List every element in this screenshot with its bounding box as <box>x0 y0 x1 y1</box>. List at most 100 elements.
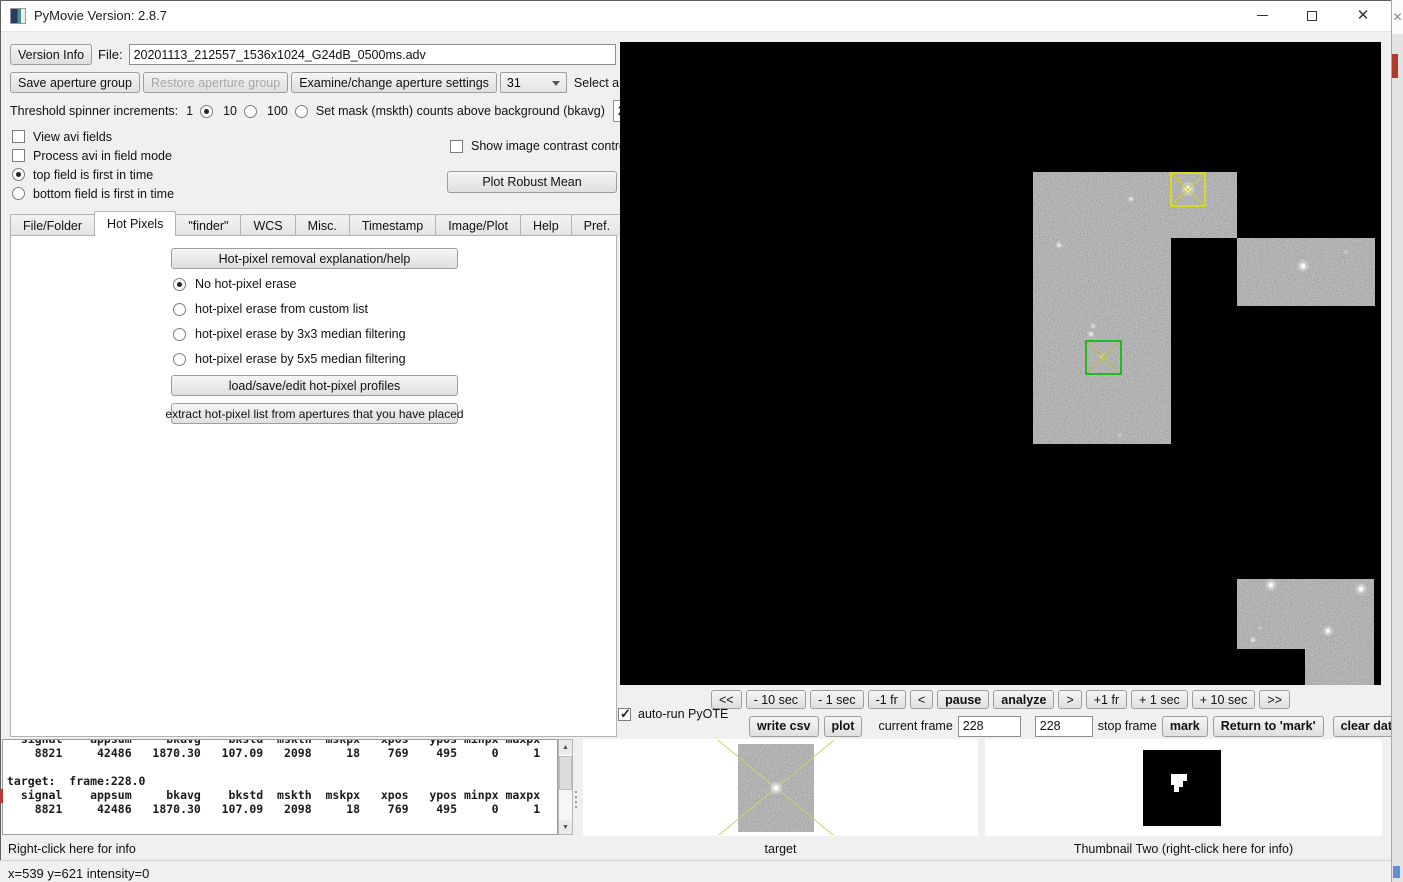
analyze-button[interactable]: analyze <box>993 690 1054 709</box>
field-option-bottom-field-is-first-in-time: bottom field is first in time <box>12 187 174 200</box>
increment-radio-1[interactable] <box>200 105 213 118</box>
mark-button[interactable]: mark <box>1162 716 1208 737</box>
1-sec-button[interactable]: - 1 sec <box>810 690 864 709</box>
tab-help[interactable]: Help <box>520 214 572 236</box>
increment-radio-10[interactable] <box>244 105 257 118</box>
noise-patch-2 <box>1237 238 1375 306</box>
tab-image-plot[interactable]: Image/Plot <box>435 214 521 236</box>
bottom-field-is-first-in-time-radio[interactable] <box>12 187 25 200</box>
star-3 <box>1092 325 1094 327</box>
readout-scrollbar[interactable]: ▲ ▼ <box>558 739 573 835</box>
info-caption[interactable]: Right-click here for info <box>8 842 136 856</box>
background-close-icon: ✕ <box>1391 0 1403 34</box>
-button[interactable]: < <box>910 690 933 709</box>
stop-frame-input[interactable] <box>1035 716 1093 737</box>
file-label: File: <box>98 47 123 62</box>
star-2 <box>1057 243 1060 246</box>
1-fr-button[interactable]: +1 fr <box>1086 690 1127 709</box>
star-13 <box>1259 627 1261 629</box>
maximize-button[interactable] <box>1289 0 1335 31</box>
hot-pixel-erase-from-custom-list-radio[interactable] <box>173 303 186 316</box>
window-title: PyMovie Version: 2.8.7 <box>34 8 167 23</box>
tab-wcs[interactable]: WCS <box>240 214 295 236</box>
scroll-thumb[interactable] <box>559 756 572 790</box>
frame-controls: write csv plot current frame stop frame … <box>749 715 1403 737</box>
contrast-control-row: Show image contrast control <box>450 139 629 153</box>
hot-pixels-panel: Hot-pixel removal explanation/help No ho… <box>10 235 617 737</box>
hot-pixel-extract-button[interactable]: extract hot-pixel list from apertures th… <box>171 403 458 424</box>
increment-label-100: 100 <box>267 104 288 118</box>
scroll-up-icon[interactable]: ▲ <box>559 740 572 754</box>
write-csv-button[interactable]: write csv <box>749 716 819 737</box>
version-info-button[interactable]: Version Info <box>10 44 92 65</box>
tab-file-folder[interactable]: File/Folder <box>10 214 95 236</box>
tab-timestamp[interactable]: Timestamp <box>349 214 436 236</box>
file-input[interactable] <box>129 44 616 65</box>
app-icon <box>10 8 26 24</box>
background-red-bar <box>1392 54 1398 78</box>
thumbnail-two-caption: Thumbnail Two (right-click here for info… <box>985 842 1382 856</box>
hot-pixel-help-button[interactable]: Hot-pixel removal explanation/help <box>171 248 458 269</box>
hot-pixel-erase-by-3x3-median-filtering-label: hot-pixel erase by 3x3 median filtering <box>195 327 406 341</box>
window-left-border <box>0 0 1 861</box>
statusbar-divider <box>0 860 1391 861</box>
increment-radio-100[interactable] <box>295 105 308 118</box>
view-avi-fields-checkbox[interactable] <box>12 130 25 143</box>
star-1 <box>1130 198 1133 201</box>
scroll-down-icon[interactable]: ▼ <box>559 820 572 834</box>
hot-pixel-profiles-button[interactable]: load/save/edit hot-pixel profiles <box>171 375 458 396</box>
measurement-readout-text: signal appsum bkavg bkstd mskth mskpx xp… <box>7 739 557 816</box>
plot-robust-mean-button[interactable]: Plot Robust Mean <box>447 171 617 193</box>
field-option-process-avi-in-field-mode: Process avi in field mode <box>12 149 174 162</box>
save-aperture-group-button[interactable]: Save aperture group <box>10 72 140 93</box>
thumbnail-two-panel[interactable] <box>985 739 1382 836</box>
hp-option-hot-pixel-erase-from-custom-list: hot-pixel erase from custom list <box>173 302 406 316</box>
field-option-top-field-is-first-in-time: top field is first in time <box>12 168 174 181</box>
current-frame-input[interactable] <box>958 716 1021 737</box>
aperture-size-select[interactable]: 31 <box>500 72 567 93</box>
no-hot-pixel-erase-radio[interactable] <box>173 278 186 291</box>
process-avi-in-field-mode-checkbox[interactable] <box>12 149 25 162</box>
hot-pixel-erase-by-5x5-median-filtering-radio[interactable] <box>173 353 186 366</box>
target-star <box>773 785 779 791</box>
view-avi-fields-label: View avi fields <box>33 130 112 144</box>
top-field-is-first-in-time-radio[interactable] <box>12 168 25 181</box>
noise-patch-3 <box>1237 579 1374 649</box>
-button[interactable]: > <box>1058 690 1081 709</box>
tab-hot-pixels[interactable]: Hot Pixels <box>94 211 176 236</box>
star-10 <box>1358 586 1363 591</box>
examine-aperture-settings-button[interactable]: Examine/change aperture settings <box>291 72 497 93</box>
aperture-size-value: 31 <box>507 76 521 90</box>
noise-patch-0 <box>1033 172 1171 444</box>
return-to-mark-button[interactable]: Return to 'mark' <box>1213 716 1324 737</box>
tab-pref[interactable]: Pref. <box>571 214 623 236</box>
10-sec-button[interactable]: - 10 sec <box>746 690 806 709</box>
tab-misc[interactable]: Misc. <box>295 214 350 236</box>
scroll-track[interactable] <box>559 754 572 820</box>
close-button[interactable]: ✕ <box>1340 0 1386 31</box>
plot-button[interactable]: plot <box>824 716 863 737</box>
minimize-button[interactable] <box>1239 0 1285 31</box>
1-fr-button[interactable]: -1 fr <box>868 690 906 709</box>
measurement-readout[interactable]: signal appsum bkavg bkstd mskth mskpx xp… <box>2 739 558 835</box>
star-7 <box>1300 263 1305 268</box>
image-canvas[interactable] <box>620 42 1381 685</box>
autorun-pyote-checkbox[interactable] <box>618 708 631 721</box>
1-sec-button[interactable]: + 1 sec <box>1131 690 1188 709</box>
10-sec-button[interactable]: + 10 sec <box>1192 690 1256 709</box>
restore-aperture-group-button: Restore aperture group <box>143 72 288 93</box>
show-contrast-checkbox[interactable] <box>450 140 463 153</box>
star-11 <box>1326 629 1331 634</box>
maximize-icon <box>1307 11 1317 21</box>
pause-button[interactable]: pause <box>937 690 989 709</box>
-button[interactable]: >> <box>1259 690 1290 709</box>
hp-option-hot-pixel-erase-by-3x3-median-filtering: hot-pixel erase by 3x3 median filtering <box>173 327 406 341</box>
image-display[interactable] <box>620 42 1381 685</box>
top-field-is-first-in-time-label: top field is first in time <box>33 168 153 182</box>
bottom-field-is-first-in-time-label: bottom field is first in time <box>33 187 174 201</box>
star-9 <box>1268 582 1273 587</box>
hot-pixel-erase-by-3x3-median-filtering-radio[interactable] <box>173 328 186 341</box>
splitter-handle[interactable] <box>575 791 577 809</box>
tab-finder[interactable]: "finder" <box>175 214 241 236</box>
show-contrast-label: Show image contrast control <box>471 139 629 153</box>
